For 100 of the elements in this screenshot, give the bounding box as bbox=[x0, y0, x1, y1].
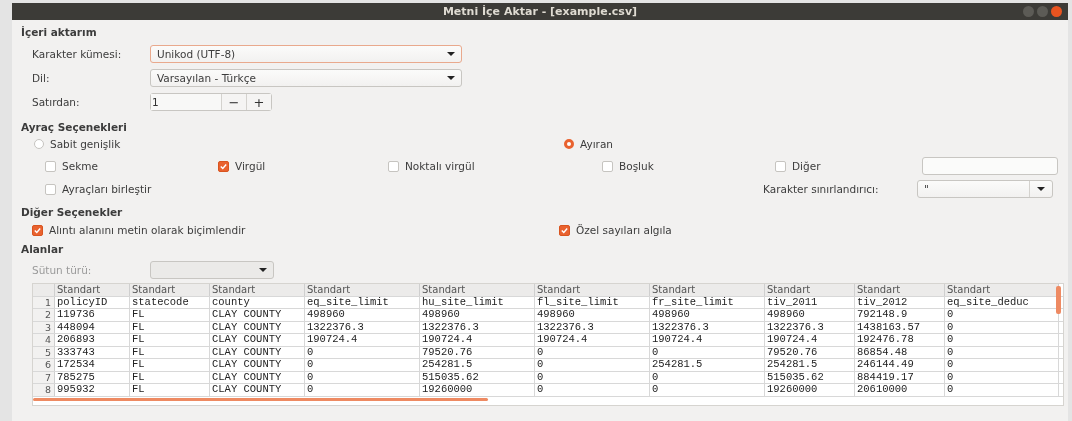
table-cell: 254281.5 bbox=[765, 359, 855, 371]
table-cell: fl_site_limit bbox=[535, 296, 650, 308]
checkbox-option[interactable]: Özel sayıları algıla bbox=[559, 222, 672, 238]
table-cell: 0 bbox=[535, 359, 650, 371]
checkbox-option[interactable]: Sekme bbox=[45, 158, 218, 174]
table-cell: fr_site_limit bbox=[650, 296, 765, 308]
table-cell: 0 bbox=[650, 384, 765, 396]
column-type-header[interactable]: Standart bbox=[855, 284, 945, 296]
caret-icon bbox=[1037, 187, 1045, 191]
table-cell: 498960 bbox=[765, 309, 855, 321]
table-cell: 0 bbox=[305, 346, 420, 358]
field-label: Karakter sınırlandırıcı: bbox=[763, 183, 880, 195]
table-cell: 498960 bbox=[535, 309, 650, 321]
horizontal-scrollbar[interactable] bbox=[33, 398, 488, 401]
table-cell: 79520.76 bbox=[765, 346, 855, 358]
caret-icon bbox=[259, 268, 267, 272]
other-separator-field[interactable] bbox=[922, 157, 1058, 175]
text-delimiter-dropdown[interactable]: " bbox=[917, 180, 1053, 198]
checkbox[interactable] bbox=[45, 160, 56, 172]
table-cell: CLAY COUNTY bbox=[210, 321, 305, 333]
table-cell: 1322376.3 bbox=[765, 321, 855, 333]
table-cell: eq_site_limit bbox=[305, 296, 420, 308]
close-icon[interactable] bbox=[1051, 6, 1062, 17]
caret-icon bbox=[447, 52, 455, 56]
language-dropdown[interactable]: Varsayılan - Türkçe bbox=[150, 69, 462, 87]
checkbox-option[interactable]: Ayraçları birleştir bbox=[45, 181, 763, 197]
vertical-scrollbar[interactable] bbox=[1056, 286, 1061, 314]
column-type-header[interactable]: Standart bbox=[650, 284, 765, 296]
table-cell: 119736 bbox=[55, 309, 130, 321]
table-cell: 190724.4 bbox=[535, 334, 650, 346]
checkbox[interactable] bbox=[602, 160, 613, 172]
table-cell: FL bbox=[130, 334, 210, 346]
checkbox-option[interactable]: Alıntı alanını metin olarak biçimlendir bbox=[32, 222, 559, 238]
checkbox[interactable] bbox=[388, 160, 399, 172]
table-cell: 884419.17 bbox=[855, 371, 945, 383]
radio-button[interactable] bbox=[564, 139, 574, 149]
column-type-header[interactable]: Standart bbox=[130, 284, 210, 296]
column-type-header[interactable]: Standart bbox=[55, 284, 130, 296]
checkbox[interactable] bbox=[218, 160, 229, 172]
column-type-header[interactable]: Standart bbox=[945, 284, 1059, 296]
column-type-header[interactable]: Standart bbox=[210, 284, 305, 296]
table-cell: 1322376.3 bbox=[650, 321, 765, 333]
row-number: 2 bbox=[33, 309, 55, 321]
column-type-header[interactable]: Standart bbox=[535, 284, 650, 296]
checkbox[interactable] bbox=[775, 160, 786, 172]
table-cell: 0 bbox=[535, 384, 650, 396]
window-title: Metni İçe Aktar - [example.csv] bbox=[442, 5, 638, 18]
table-cell: 333743 bbox=[55, 346, 130, 358]
section-heading: Alanlar bbox=[21, 242, 65, 257]
radio-button[interactable] bbox=[34, 139, 44, 149]
checkbox[interactable] bbox=[559, 224, 570, 236]
table-cell: FL bbox=[130, 384, 210, 396]
table-cell: 0 bbox=[535, 346, 650, 358]
table-cell: CLAY COUNTY bbox=[210, 359, 305, 371]
checkmark-icon bbox=[219, 161, 228, 171]
field-label: Sütun türü: bbox=[32, 264, 93, 276]
column-type-header[interactable]: Standart bbox=[765, 284, 855, 296]
table-cell: 0 bbox=[305, 384, 420, 396]
table-cell: 0 bbox=[650, 346, 765, 358]
table-cell: 172534 bbox=[55, 359, 130, 371]
field-label: Dil: bbox=[32, 72, 51, 84]
radio-option[interactable]: Sabit genişlik bbox=[34, 136, 564, 152]
checkbox-option[interactable]: Boşluk bbox=[602, 158, 775, 174]
checkbox-option[interactable]: Diğer bbox=[775, 158, 922, 174]
field-label: Karakter kümesi: bbox=[32, 48, 123, 60]
table-cell: 20610000 bbox=[855, 384, 945, 396]
table-cell: 1322376.3 bbox=[305, 321, 420, 333]
checkbox[interactable] bbox=[45, 183, 56, 195]
table-cell: 19260000 bbox=[420, 384, 535, 396]
table-cell: 190724.4 bbox=[420, 334, 535, 346]
table-cell: CLAY COUNTY bbox=[210, 334, 305, 346]
maximize-icon[interactable] bbox=[1037, 6, 1048, 17]
row-number: 6 bbox=[33, 359, 55, 371]
table-cell: FL bbox=[130, 359, 210, 371]
column-type-header[interactable]: Standart bbox=[305, 284, 420, 296]
caret-icon bbox=[447, 76, 455, 80]
table-cell: 0 bbox=[535, 371, 650, 383]
checkbox-option[interactable]: Virgül bbox=[218, 158, 388, 174]
section-heading: Diğer Seçenekler bbox=[21, 205, 124, 220]
charset-dropdown[interactable]: Unikod (UTF-8) bbox=[150, 45, 462, 63]
checkbox-option[interactable]: Noktalı virgül bbox=[388, 158, 602, 174]
minimize-icon[interactable] bbox=[1023, 6, 1034, 17]
table-cell: FL bbox=[130, 309, 210, 321]
table-cell: 1322376.3 bbox=[420, 321, 535, 333]
table-cell: 498960 bbox=[650, 309, 765, 321]
table-cell: tiv_2012 bbox=[855, 296, 945, 308]
table-cell: 246144.49 bbox=[855, 359, 945, 371]
radio-option[interactable]: Ayıran bbox=[564, 136, 613, 152]
table-cell: 0 bbox=[305, 359, 420, 371]
table-cell: 0 bbox=[945, 334, 1059, 346]
table-cell: FL bbox=[130, 371, 210, 383]
checkbox[interactable] bbox=[32, 224, 43, 236]
table-cell: 448094 bbox=[55, 321, 130, 333]
table-cell: 0 bbox=[650, 371, 765, 383]
table-cell: 192476.78 bbox=[855, 334, 945, 346]
table-cell: tiv_2011 bbox=[765, 296, 855, 308]
table-cell: 0 bbox=[305, 371, 420, 383]
checkmark-icon bbox=[560, 225, 569, 235]
table-cell: 0 bbox=[945, 359, 1059, 371]
column-type-header[interactable]: Standart bbox=[420, 284, 535, 296]
